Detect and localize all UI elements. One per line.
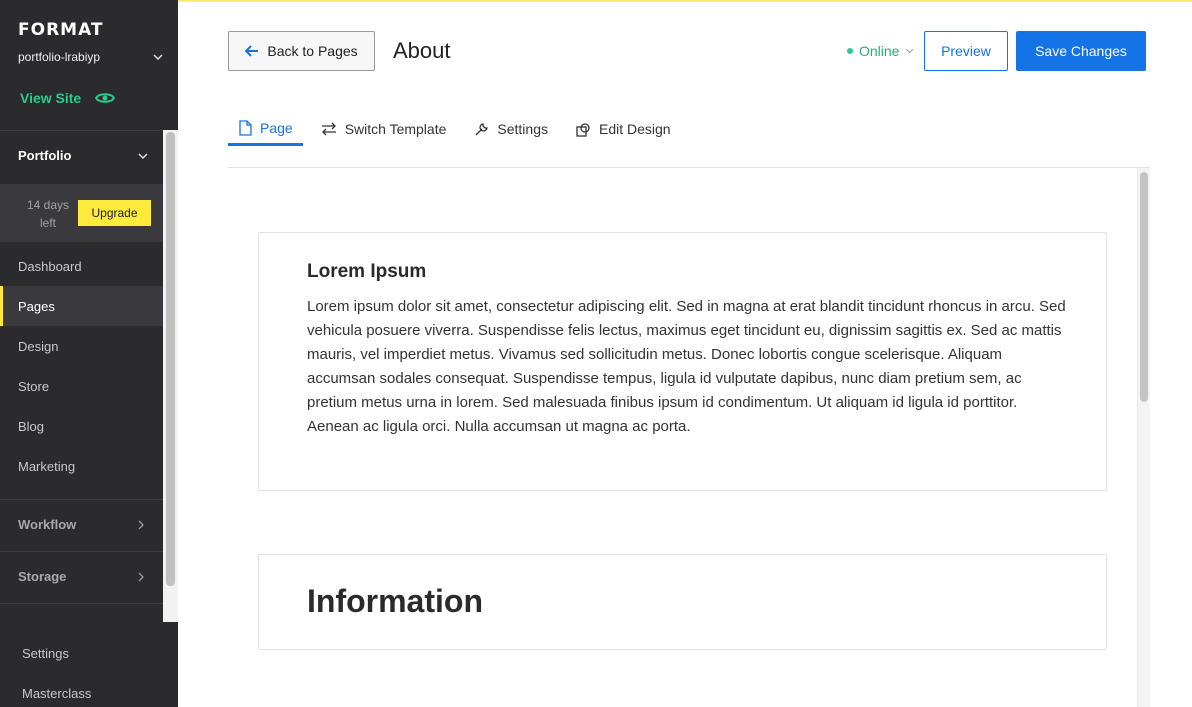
sidebar-divider [0,499,163,500]
view-site-link[interactable]: View Site [20,90,116,106]
page-title: About [393,38,451,63]
sidebar-item-pages[interactable]: Pages [0,286,163,326]
block-heading: Information [307,583,483,619]
status-dot-icon [847,48,853,54]
sidebar-item-marketing[interactable]: Marketing [0,446,163,486]
tab-settings-label: Settings [497,121,548,137]
sidebar-divider [0,603,163,604]
sidebar-divider [0,130,163,131]
trial-days-left: 14 days left [26,198,70,230]
editor-tabs: Page Switch Template Settings Edit Desig… [228,112,689,148]
back-to-pages-button[interactable]: Back to Pages [228,31,375,71]
sidebar-item-store[interactable]: Store [0,366,163,406]
content-block-heading[interactable]: Information [258,554,1107,650]
content-scrollbar-thumb[interactable] [1140,172,1148,402]
format-logo[interactable]: FORMAT [18,20,104,40]
arrow-left-icon [245,45,259,57]
sidebar-item-dashboard[interactable]: Dashboard [0,246,163,286]
block-heading: Lorem Ipsum [307,261,427,282]
sidebar-group-storage[interactable]: Storage [18,569,144,584]
chevron-down-icon [138,152,148,159]
top-accent-line [0,0,1192,2]
sidebar-group-workflow[interactable]: Workflow [18,517,144,532]
site-selector[interactable]: portfolio-lrabiyp [18,50,163,64]
workflow-label: Workflow [18,517,77,532]
tab-edit-design-label: Edit Design [598,121,671,137]
tab-page[interactable]: Page [228,112,303,146]
tab-switch-template[interactable]: Switch Template [311,112,457,146]
sidebar-bottom-nav: Settings Masterclass [0,622,178,707]
back-to-pages-label: Back to Pages [267,43,358,59]
upgrade-button[interactable]: Upgrade [78,200,151,226]
tab-page-label: Page [260,119,293,136]
chevron-right-icon [138,520,144,530]
sidebar: FORMAT portfolio-lrabiyp View Site Portf… [0,0,178,707]
chevron-down-icon [905,48,914,54]
tab-settings[interactable]: Settings [464,112,558,146]
sidebar-divider [0,551,163,552]
eye-icon [95,92,116,104]
switch-icon [321,122,337,136]
chevron-right-icon [138,572,144,582]
chevron-down-icon [153,54,163,60]
sidebar-item-masterclass[interactable]: Masterclass [22,686,91,701]
trial-banner: 14 days left Upgrade [0,184,163,242]
save-changes-button[interactable]: Save Changes [1016,31,1146,71]
edit-design-icon [576,122,591,137]
sidebar-item-design[interactable]: Design [0,326,163,366]
site-name: portfolio-lrabiyp [18,50,101,64]
sidebar-item-blog[interactable]: Blog [0,406,163,446]
sidebar-item-settings[interactable]: Settings [22,646,69,661]
storage-label: Storage [18,569,67,584]
tab-edit-design[interactable]: Edit Design [566,112,681,146]
block-body-text: Lorem ipsum dolor sit amet, consectetur … [307,298,1066,435]
sidebar-scrollbar-thumb[interactable] [166,132,175,586]
wrench-icon [474,122,489,137]
view-site-label: View Site [20,90,82,106]
portfolio-label: Portfolio [18,148,72,163]
page-icon [238,119,252,136]
content-block-text[interactable]: Lorem Ipsum Lorem ipsum dolor sit amet, … [258,232,1107,491]
preview-button[interactable]: Preview [924,31,1008,71]
status-dropdown[interactable]: Online [847,43,914,59]
portfolio-section-toggle[interactable]: Portfolio [18,148,148,163]
status-label: Online [859,43,900,59]
tab-switch-template-label: Switch Template [344,121,447,137]
